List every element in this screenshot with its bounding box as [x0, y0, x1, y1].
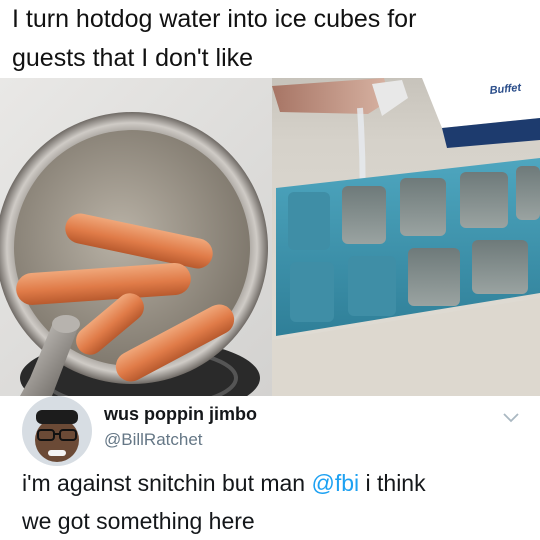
tweet-card: wus poppin jimbo @BillRatchet i'm agains… — [0, 396, 540, 540]
avatar-image — [22, 396, 92, 466]
photo-collage: Buffet — [0, 78, 540, 396]
tweet-text: i'm against snitchin but man @fbi i thin… — [22, 464, 527, 540]
caption-line-2: guests that I don't like — [12, 44, 254, 72]
hotdog-pot-photo — [0, 78, 272, 396]
mention-link[interactable]: @fbi — [311, 470, 359, 496]
tweet-line-1: i'm against snitchin but man @fbi i thin… — [22, 464, 527, 502]
meme-caption: I turn hotdog water into ice cubes for g… — [12, 0, 532, 78]
ice-tray-illustration: Buffet — [272, 78, 540, 396]
caption-line-1: I turn hotdog water into ice cubes for — [12, 5, 417, 33]
tweet-line-2: we got something here — [22, 508, 255, 534]
chevron-down-icon[interactable] — [502, 412, 520, 424]
display-name[interactable]: wus poppin jimbo — [104, 404, 257, 425]
tweet-text-part-2: i think — [359, 470, 426, 496]
tweet-text-part-1: i'm against snitchin but man — [22, 470, 312, 496]
avatar[interactable] — [22, 396, 92, 466]
hotdog-pot-illustration — [0, 112, 268, 396]
user-handle[interactable]: @BillRatchet — [104, 430, 203, 450]
ice-tray-photo: Buffet — [272, 78, 540, 396]
